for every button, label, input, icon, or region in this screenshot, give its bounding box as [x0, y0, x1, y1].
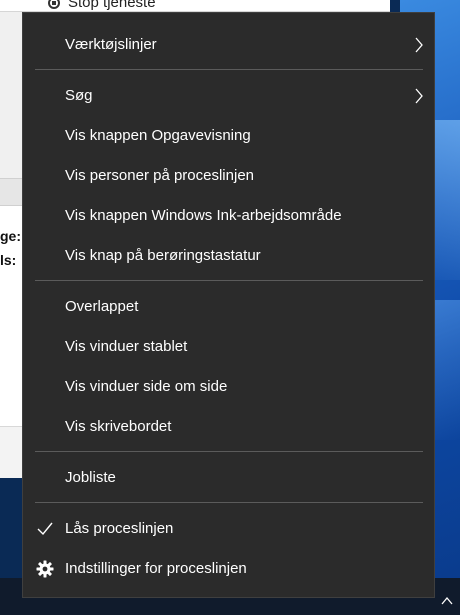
menu-item-show-touch-keyboard-button[interactable]: Vis knap på berøringstastatur: [23, 236, 436, 276]
menu-item-label: Indstillinger for proceslinjen: [65, 560, 247, 577]
menu-item-show-desktop[interactable]: Vis skrivebordet: [23, 407, 436, 447]
checkmark-icon: [37, 522, 53, 536]
taskbar-context-menu: Værktøjslinjer Søg Vis knappen Opgavevis…: [22, 12, 435, 598]
menu-item-toolbars[interactable]: Værktøjslinjer: [23, 25, 436, 65]
menu-item-label: Jobliste: [65, 469, 116, 486]
menu-item-label: Søg: [65, 87, 93, 104]
menu-separator: [35, 451, 423, 452]
menu-item-label: Lås proceslinjen: [65, 520, 174, 537]
menu-item-stack-windows[interactable]: Vis vinduer stablet: [23, 327, 436, 367]
menu-item-label: Vis personer på proceslinjen: [65, 167, 255, 184]
menu-item-side-by-side-windows[interactable]: Vis vinduer side om side: [23, 367, 436, 407]
chevron-right-icon: [415, 37, 423, 53]
menu-item-show-people[interactable]: Vis personer på proceslinjen: [23, 156, 436, 196]
menu-separator: [35, 69, 423, 70]
menu-item-show-task-view-button[interactable]: Vis knappen Opgavevisning: [23, 116, 436, 156]
chevron-right-icon: [415, 88, 423, 104]
menu-item-label: Vis knap på berøringstastatur: [65, 247, 261, 264]
background-toolbar: Stop tjeneste: [0, 0, 390, 12]
menu-item-label: Vis vinduer side om side: [65, 378, 228, 395]
stop-service-label: Stop tjeneste: [68, 0, 156, 11]
menu-item-label: Vis vinduer stablet: [65, 338, 188, 355]
menu-item-label: Vis skrivebordet: [65, 418, 172, 435]
gear-icon: [36, 560, 54, 578]
background-field-label: ls:: [0, 252, 17, 268]
menu-item-label: Vis knappen Windows Ink-arbejdsområde: [65, 207, 342, 224]
menu-item-label: Overlappet: [65, 298, 139, 315]
menu-item-label: Vis knappen Opgavevisning: [65, 127, 251, 144]
menu-item-lock-taskbar[interactable]: Lås proceslinjen: [23, 509, 436, 549]
menu-item-task-manager[interactable]: Jobliste: [23, 458, 436, 498]
menu-item-cascade-windows[interactable]: Overlappet: [23, 287, 436, 327]
show-hidden-icons-chevron-icon[interactable]: [440, 594, 454, 608]
background-field-label: ge:: [0, 228, 21, 244]
stop-icon: [48, 0, 60, 9]
stop-service-button[interactable]: Stop tjeneste: [48, 0, 156, 11]
menu-item-show-windows-ink-button[interactable]: Vis knappen Windows Ink-arbejdsområde: [23, 196, 436, 236]
menu-separator: [35, 502, 423, 503]
menu-item-label: Værktøjslinjer: [65, 36, 157, 53]
menu-item-taskbar-settings[interactable]: Indstillinger for proceslinjen: [23, 549, 436, 589]
menu-separator: [35, 280, 423, 281]
menu-item-search[interactable]: Søg: [23, 76, 436, 116]
